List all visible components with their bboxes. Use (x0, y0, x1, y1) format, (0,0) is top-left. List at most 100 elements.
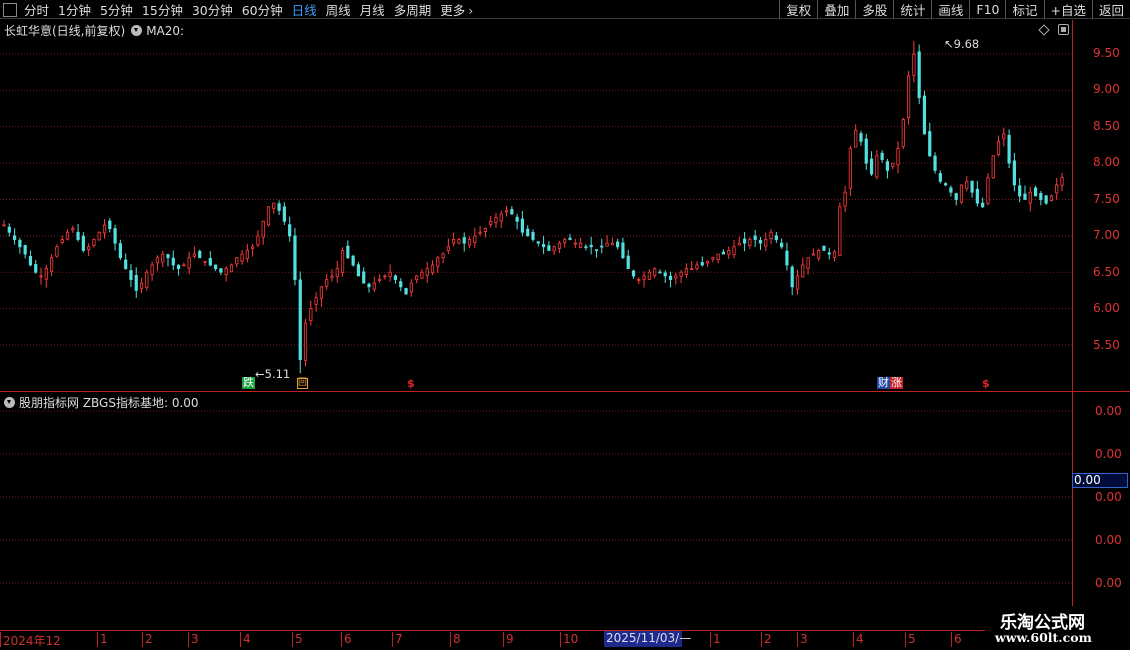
add-watchlist-button[interactable]: +自选 (1043, 0, 1092, 19)
candle-body (520, 218, 525, 233)
tab-60min[interactable]: 60分钟 (242, 0, 283, 19)
date-label: 4 (853, 632, 864, 647)
candle-body (340, 250, 345, 273)
date-label: 1 (97, 632, 108, 647)
candle-body (949, 187, 953, 193)
candle-body (642, 275, 646, 280)
candle-body (213, 264, 218, 270)
candle-body (139, 282, 144, 289)
dollar-marker[interactable]: $ (407, 378, 415, 390)
tab-daily[interactable]: 日线 (292, 0, 317, 19)
tab-15min[interactable]: 15分钟 (142, 0, 183, 19)
candle-body (415, 275, 419, 281)
candle-body (356, 264, 361, 277)
candle-body (869, 158, 874, 175)
hui-marker[interactable]: 回 (297, 378, 308, 389)
dollar-marker-2[interactable]: $ (982, 378, 990, 390)
candle-body (690, 268, 694, 271)
candle-body (674, 275, 678, 279)
period-toolbar: 分时 1分钟 5分钟 15分钟 30分钟 60分钟 日线 周线 月线 多周期 更… (0, 0, 1130, 19)
candle-body (319, 286, 324, 299)
candle-body (256, 235, 260, 246)
tab-1min[interactable]: 1分钟 (58, 0, 91, 19)
candle-body (50, 257, 54, 272)
ma20-label: MA20: (146, 23, 185, 38)
candle-body (55, 246, 59, 257)
candle-body (928, 131, 932, 157)
candle-body (245, 250, 249, 259)
indicator-panel[interactable]: 股朋指标网 ZBGS指标基地: 0.00 (0, 392, 1072, 630)
candle-body (864, 138, 868, 164)
candle-body (425, 268, 429, 276)
price-tick: 9.50 (1093, 46, 1120, 60)
tab-30min[interactable]: 30分钟 (192, 0, 233, 19)
candle-body (975, 188, 979, 204)
indicator-title-bar: 股朋指标网 ZBGS指标基地: 0.00 (4, 394, 199, 411)
chevron-right-icon: › (468, 3, 474, 18)
fuquan-button[interactable]: 复权 (779, 0, 817, 19)
candle-body (748, 239, 752, 246)
candle-body (198, 250, 202, 259)
candle-body (377, 279, 382, 281)
layout-toggle-icon[interactable] (3, 2, 17, 17)
watermark-logo: 乐淘公式网 www.60lt.com (985, 606, 1130, 650)
candle-body (1055, 184, 1059, 194)
draw-line-button[interactable]: 画线 (931, 0, 969, 19)
kline-panel[interactable]: 长虹华意(日线,前复权) MA20: ↖9.68 ←5.11 跌 回 $ 财 涨… (0, 20, 1072, 391)
candle-body (277, 203, 281, 211)
candle-body (526, 228, 530, 237)
candle-body (2, 224, 6, 227)
candle-body (933, 155, 937, 171)
date-label: 2 (142, 632, 153, 647)
tab-multi-period[interactable]: 多周期 (394, 0, 432, 19)
candle-body (906, 75, 911, 119)
tab-more[interactable]: 更多 › (440, 0, 473, 19)
chevron-down-icon[interactable] (131, 25, 143, 36)
candle-body (145, 271, 149, 288)
tab-weekly[interactable]: 周线 (326, 0, 351, 19)
candle-body (891, 162, 895, 167)
candle-body (60, 239, 64, 243)
tab-monthly[interactable]: 月线 (360, 0, 385, 19)
candle-body (981, 202, 985, 208)
indicator-current-value: 0.00 (1072, 473, 1128, 488)
chevron-down-icon[interactable] (4, 397, 15, 408)
candle-body (388, 271, 392, 278)
candle-body (87, 246, 91, 250)
candle-body (108, 220, 112, 230)
candle-body (452, 239, 456, 244)
price-tick: 8.50 (1093, 119, 1120, 133)
candle-body (764, 239, 768, 247)
candle-body (531, 232, 535, 240)
zhang-marker[interactable]: 涨 (890, 377, 903, 389)
candle-body (182, 264, 186, 267)
date-axis: 2024年12 1 2 3 4 5 6 7 8 9 10 1 2 3 4 5 6… (0, 630, 1130, 650)
cai-marker[interactable]: 财 (877, 377, 890, 389)
candle-body (658, 271, 662, 274)
f10-button[interactable]: F10 (969, 0, 1005, 19)
candle-body (901, 119, 905, 147)
back-button[interactable]: 返回 (1091, 0, 1130, 19)
overlay-button[interactable]: 叠加 (817, 0, 855, 19)
candle-body (647, 271, 651, 280)
candle-body (880, 152, 884, 160)
panel-settings-icon[interactable] (1058, 24, 1069, 35)
die-marker[interactable]: 跌 (242, 377, 255, 389)
candle-body (203, 260, 207, 263)
candle-body (166, 254, 170, 259)
mark-button[interactable]: 标记 (1005, 0, 1043, 19)
candle-body (92, 239, 96, 246)
multi-stock-button[interactable]: 多股 (855, 0, 893, 19)
tab-fenshi[interactable]: 分时 (24, 0, 49, 19)
candle-body (589, 244, 593, 248)
tab-5min[interactable]: 5分钟 (100, 0, 133, 19)
statistics-button[interactable]: 统计 (893, 0, 931, 19)
candle-body (552, 246, 556, 252)
date-label: 2 (761, 632, 772, 647)
candle-body (637, 279, 641, 281)
candle-body (838, 206, 842, 256)
kline-chart[interactable] (0, 20, 1072, 391)
candle-body (76, 231, 80, 240)
candle-body (917, 51, 921, 99)
candle-body (594, 249, 599, 252)
